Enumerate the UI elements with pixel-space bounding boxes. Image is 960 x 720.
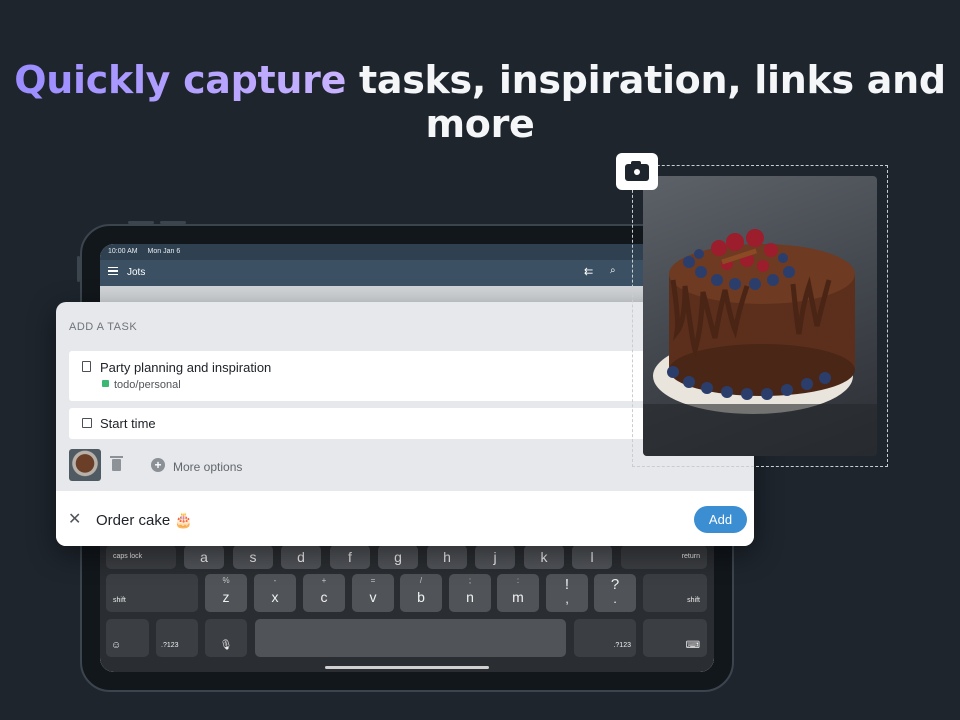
key-a[interactable]: a <box>184 545 224 569</box>
key-j[interactable]: j <box>475 545 515 569</box>
key-z-label: z <box>222 589 230 605</box>
key-c[interactable]: + c <box>303 574 345 612</box>
key-n[interactable]: ; n <box>449 574 491 612</box>
key-k[interactable]: k <box>524 545 564 569</box>
key-b-alt: / <box>419 576 423 585</box>
emoji-icon[interactable]: ☺ <box>106 619 149 657</box>
caps-lock-key[interactable]: caps lock <box>106 545 176 569</box>
camera-body <box>625 161 649 181</box>
key-comma-label: , <box>565 591 569 606</box>
key-z[interactable]: % z <box>205 574 247 612</box>
headline-accent: Quickly capture <box>14 58 347 102</box>
document-icon <box>82 361 91 372</box>
shift-right-key[interactable]: shift <box>643 574 707 612</box>
status-time: 10:00 AM <box>108 248 138 255</box>
task-input[interactable]: Order cake 🎂 <box>96 511 193 529</box>
menu-icon[interactable] <box>108 267 118 275</box>
note-title: Party planning and inspiration <box>100 360 272 375</box>
app-title: Jots <box>127 267 146 278</box>
headline: Quickly capture tasks, inspiration, link… <box>0 58 960 146</box>
key-f[interactable]: f <box>330 545 370 569</box>
key-v-alt: = <box>370 576 376 585</box>
key-g[interactable]: g <box>378 545 418 569</box>
key-b-label: b <box>417 589 425 605</box>
collapse-icon[interactable]: ⇇ <box>584 265 593 278</box>
trash-icon[interactable] <box>110 456 123 471</box>
key-v-label: v <box>369 589 377 605</box>
mic-icon[interactable]: 🎙︎ <box>205 619 247 657</box>
key-n-label: n <box>466 589 474 605</box>
calendar-icon <box>82 418 92 428</box>
key-m[interactable]: :m <box>497 574 539 612</box>
keyboard-hide-icon[interactable]: ⌨ <box>643 619 707 657</box>
key-h[interactable]: h <box>427 545 467 569</box>
key-c-label: c <box>320 589 328 605</box>
status-date: Mon Jan 6 <box>147 248 181 255</box>
key-v[interactable]: = v <box>352 574 394 612</box>
return-key[interactable]: return <box>621 545 707 569</box>
tag-icon <box>102 380 109 387</box>
numbers-key-right[interactable]: .?123 <box>574 619 636 657</box>
note-tag: todo/personal <box>114 379 181 391</box>
numbers-key-left[interactable]: .?123 <box>156 619 198 657</box>
note-card[interactable]: Party planning and inspiration todo/pers… <box>69 351 669 401</box>
headline-rest: tasks, inspiration, links and more <box>346 58 946 146</box>
cake-illustration <box>643 229 877 456</box>
space-key[interactable] <box>255 619 566 657</box>
cake-photo <box>643 176 877 456</box>
key-comma[interactable]: !, <box>546 574 588 612</box>
key-x-alt: - <box>273 576 277 585</box>
more-options-button[interactable]: More options <box>173 460 242 474</box>
camera-lens <box>632 167 642 177</box>
key-s[interactable]: s <box>233 545 273 569</box>
key-m-alt: : <box>516 576 520 585</box>
app-bar: Jots ⇇ ⌕ <box>100 260 714 286</box>
key-period-alt: ? <box>610 576 620 593</box>
shift-left-key[interactable]: shift <box>106 574 198 612</box>
key-n-alt: ; <box>468 576 472 585</box>
start-time-field[interactable]: Start time <box>69 408 669 439</box>
task-input-bar: ✕ Order cake 🎂 Add <box>56 491 754 546</box>
camera-icon[interactable] <box>616 153 658 190</box>
key-b[interactable]: / b <box>400 574 442 612</box>
key-d[interactable]: d <box>281 545 321 569</box>
add-button[interactable]: Add <box>694 506 747 533</box>
key-x[interactable]: -x <box>254 574 296 612</box>
key-period[interactable]: ?. <box>594 574 636 612</box>
search-icon[interactable]: ⌕ <box>610 265 616 276</box>
key-z-alt: % <box>222 576 230 585</box>
status-bar: 10:00 AM Mon Jan 6 <box>100 244 714 260</box>
key-c-alt: + <box>321 576 327 585</box>
key-period-label: . <box>613 591 617 606</box>
home-indicator <box>325 666 489 669</box>
key-x-label: x <box>271 589 279 605</box>
plus-circle-icon[interactable]: + <box>151 458 165 472</box>
sheet-label: ADD A TASK <box>69 321 138 333</box>
keyboard: caps lock a s d f g h j k l return shift… <box>100 540 714 672</box>
key-l[interactable]: l <box>572 545 612 569</box>
start-time-label: Start time <box>100 416 156 431</box>
attachment-thumbnail[interactable] <box>69 449 101 481</box>
close-icon[interactable]: ✕ <box>68 509 81 529</box>
key-comma-alt: ! <box>564 576 570 593</box>
key-m-label: m <box>512 589 524 605</box>
